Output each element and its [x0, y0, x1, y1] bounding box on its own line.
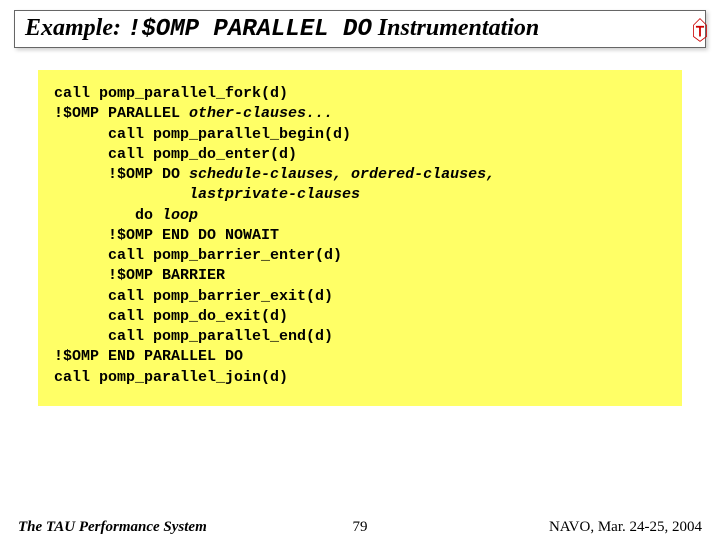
code-italic: schedule-clauses, ordered-clauses, — [189, 166, 495, 183]
slide-footer: The TAU Performance System 79 NAVO, Mar.… — [0, 519, 720, 536]
footer-left: The TAU Performance System — [18, 519, 333, 536]
slide-title: Example: !$OMP PARALLEL DO Instrumentati… — [25, 15, 539, 41]
tau-logo-icon — [686, 16, 714, 44]
footer-right: NAVO, Mar. 24-25, 2004 — [388, 519, 703, 536]
code-line: call pomp_do_exit(d) — [54, 308, 288, 325]
code-line: call pomp_parallel_end(d) — [54, 328, 333, 345]
slide-title-bar: Example: !$OMP PARALLEL DO Instrumentati… — [14, 10, 706, 48]
code-line: !$OMP BARRIER — [54, 267, 225, 284]
code-line: !$OMP DO — [54, 166, 189, 183]
code-italic: loop — [162, 207, 198, 224]
code-italic: other-clauses... — [189, 105, 333, 122]
code-line: call pomp_barrier_exit(d) — [54, 288, 333, 305]
code-line: call pomp_do_enter(d) — [54, 146, 297, 163]
title-prefix: Example: — [25, 15, 121, 41]
code-line: call pomp_barrier_enter(d) — [54, 247, 342, 264]
code-line: call pomp_parallel_fork(d) — [54, 85, 288, 102]
page-number: 79 — [333, 519, 388, 536]
title-code: !$OMP PARALLEL DO — [127, 16, 372, 43]
code-italic: lastprivate-clauses — [189, 186, 360, 203]
title-suffix: Instrumentation — [378, 15, 539, 41]
code-line: !$OMP END DO NOWAIT — [54, 227, 279, 244]
code-line: !$OMP PARALLEL — [54, 105, 189, 122]
code-line — [54, 186, 189, 203]
code-line: call pomp_parallel_begin(d) — [54, 126, 351, 143]
code-line: call pomp_parallel_join(d) — [54, 369, 288, 386]
code-line: !$OMP END PARALLEL DO — [54, 348, 243, 365]
code-line: do — [54, 207, 162, 224]
code-block: call pomp_parallel_fork(d) !$OMP PARALLE… — [38, 70, 682, 406]
